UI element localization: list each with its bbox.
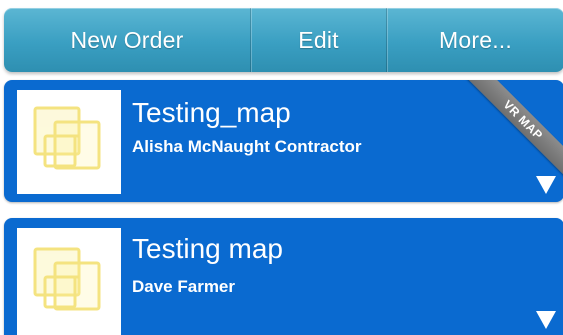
- order-card[interactable]: Testing map Dave Farmer: [4, 218, 563, 335]
- triangle-down-icon[interactable]: [536, 176, 556, 194]
- map-layers-icon: [33, 106, 101, 170]
- order-title: Testing_map: [132, 97, 291, 128]
- vr-map-badge: VR MAP: [455, 80, 563, 188]
- more-button[interactable]: More...: [386, 8, 563, 72]
- edit-button[interactable]: Edit: [250, 8, 386, 72]
- order-thumbnail: [17, 228, 121, 335]
- order-title: Testing map: [132, 233, 283, 264]
- new-order-button[interactable]: New Order: [4, 8, 250, 72]
- triangle-down-icon[interactable]: [536, 311, 556, 329]
- map-layers-icon: [33, 247, 101, 311]
- order-thumbnail: [17, 90, 121, 194]
- order-card[interactable]: Testing_map Alisha McNaught Contractor V…: [4, 80, 563, 202]
- corner-ribbon: VR MAP: [454, 80, 563, 190]
- toolbar: New Order Edit More...: [4, 8, 563, 72]
- order-owner: Dave Farmer: [132, 277, 236, 296]
- order-owner: Alisha McNaught Contractor: [132, 137, 362, 156]
